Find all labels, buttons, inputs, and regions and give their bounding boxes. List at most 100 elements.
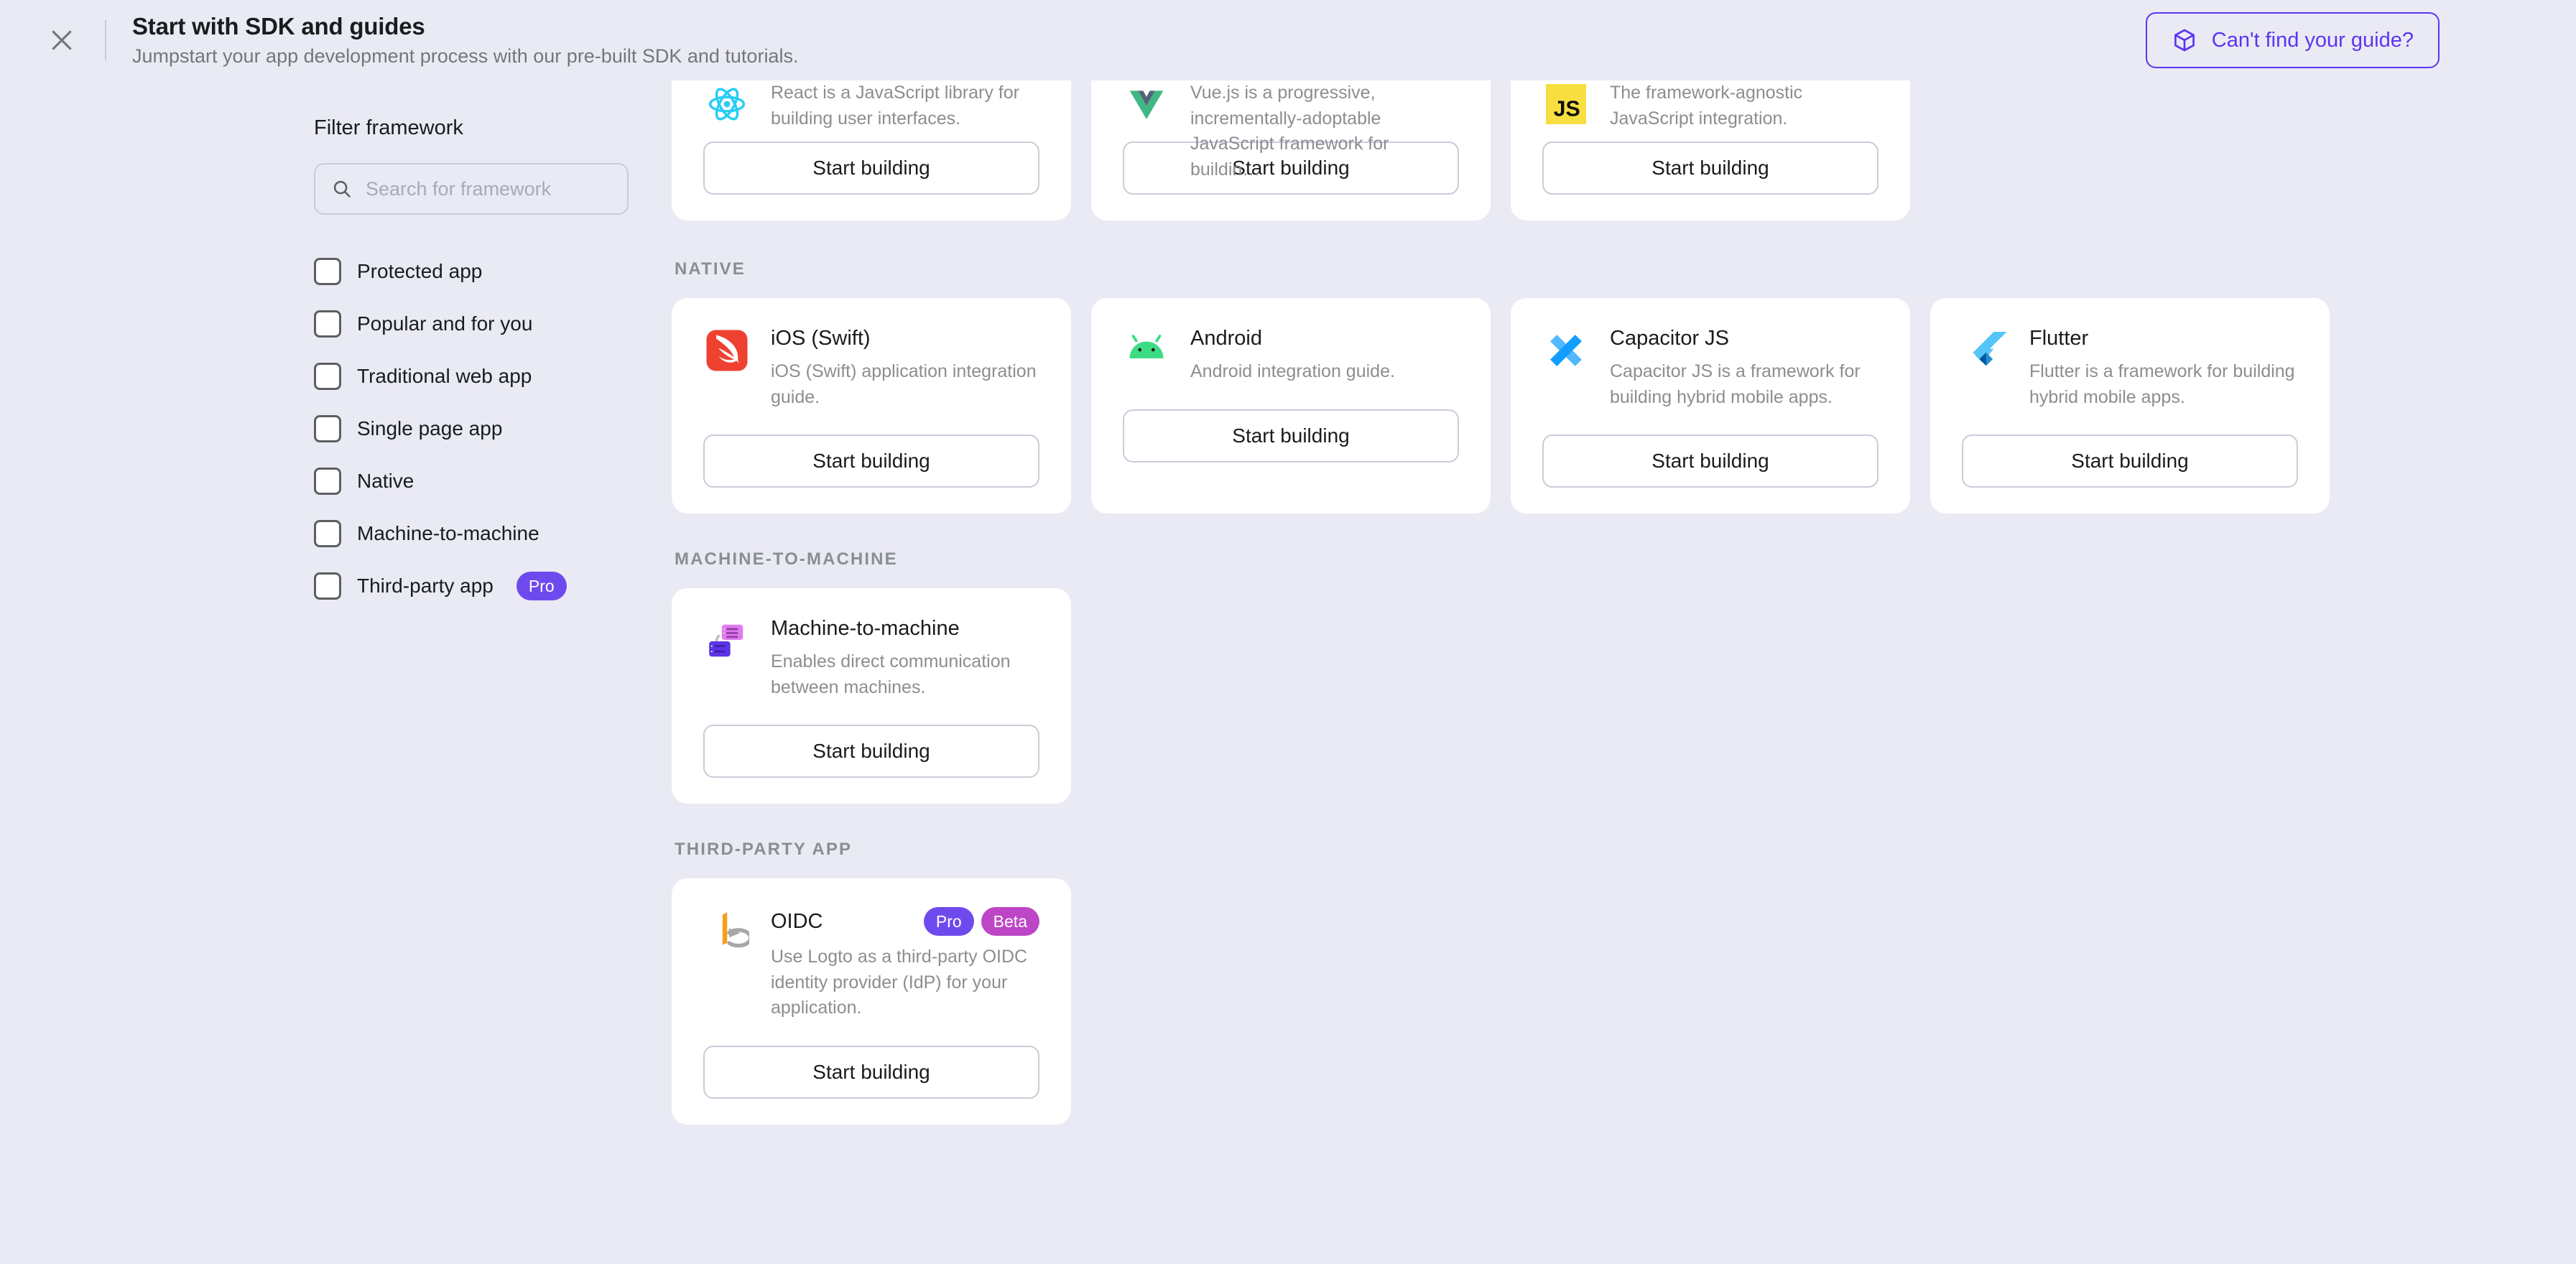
filter-label: Popular and for you [357,312,533,335]
search-framework-input[interactable]: Search for framework [314,163,629,215]
svg-text:JS: JS [1554,97,1580,121]
checkbox-machine-to-machine[interactable] [314,520,341,547]
card-grid: iOS (Swift) iOS (Swift) application inte… [672,298,2432,514]
start-building-button[interactable]: Start building [703,141,1039,195]
section-label-third-party-app: THIRD-PARTY APP [675,840,853,859]
status-badge-pro: Pro [923,907,974,936]
card-text: React is a JavaScript library for buildi… [771,80,1039,131]
checkbox-protected-app[interactable] [314,258,341,285]
card-text: iOS (Swift) iOS (Swift) application inte… [771,327,1039,410]
cube-icon [2174,29,2195,52]
start-building-button[interactable]: Start building [1962,434,2298,488]
filter-framework-title: Filter framework [314,116,463,139]
start-building-button[interactable]: Start building [1123,409,1459,463]
framework-card-vue[interactable]: Vue.js is a progressive, incrementally-a… [1091,80,1491,220]
status-badge-beta: Beta [981,907,1039,936]
close-button[interactable] [34,13,89,68]
filter-label: Single page app [357,417,503,440]
filter-item-traditional-web-app[interactable]: Traditional web app [314,358,668,394]
start-building-button[interactable]: Start building [703,725,1039,778]
checkbox-traditional-web-app[interactable] [314,363,341,390]
javascript-icon: JS [1542,80,1590,128]
page-title: Start with SDK and guides [132,12,425,40]
react-icon [703,80,751,128]
card-title-row: OIDC Pro Beta [771,907,1039,936]
vue-icon [1123,80,1170,128]
card-title: Machine-to-machine [771,617,960,640]
filter-item-popular-and-for-you[interactable]: Popular and for you [314,306,668,342]
checkbox-native[interactable] [314,468,341,495]
modal-body: Filter framework Search for framework Pr… [0,80,2576,1264]
framework-card-flutter[interactable]: Flutter Flutter is a framework for build… [1930,298,2330,514]
card-title: OIDC [771,909,823,933]
card-head: JS The framework-agnostic JavaScript int… [1542,80,1878,131]
flutter-icon [1962,327,2009,374]
page-subtitle: Jumpstart your app development process w… [132,45,799,67]
card-grid: OIDC Pro Beta Use Logto as a third-party… [672,878,2432,1125]
card-title-row: Machine-to-machine [771,617,1039,641]
start-building-button[interactable]: Start building [703,1045,1039,1099]
card-text: Capacitor JS Capacitor JS is a framework… [1610,327,1878,410]
filter-label: Third-party app [357,575,494,597]
status-badge-pro: Pro [516,572,567,600]
card-title: Android [1190,327,1262,350]
card-text: The framework-agnostic JavaScript integr… [1610,80,1878,131]
card-grid: Machine-to-machine Enables direct commun… [672,588,2432,804]
header-text-group: Start with SDK and guides Jumpstart your… [132,13,798,68]
cant-find-guide-label: Can't find your guide? [2211,28,2414,52]
checkbox-third-party-app[interactable] [314,572,341,600]
section-native: NATIVE iOS (Swift) iOS (Swift) applicati… [672,259,2432,514]
card-head: iOS (Swift) iOS (Swift) application inte… [703,327,1039,410]
filter-item-single-page-app[interactable]: Single page app [314,411,668,447]
framework-card-android[interactable]: Android Android integration guide. Start… [1091,298,1491,514]
card-description: The framework-agnostic JavaScript integr… [1610,83,1803,129]
framework-card-react[interactable]: React is a JavaScript library for buildi… [672,80,1071,220]
filter-item-third-party-app[interactable]: Third-party app Pro [314,568,668,604]
start-building-button[interactable]: Start building [1542,141,1878,195]
checkbox-popular-and-for-you[interactable] [314,310,341,338]
section-third-party-app: THIRD-PARTY APP OIDC Pro Beta Use Logto … [672,840,2432,1125]
start-building-button[interactable]: Start building [1542,434,1878,488]
android-icon [1123,327,1170,374]
card-head: Flutter Flutter is a framework for build… [1962,327,2298,410]
card-description: Flutter is a framework for building hybr… [2029,361,2295,407]
search-framework-placeholder: Search for framework [366,177,552,200]
section-web-frameworks: React is a JavaScript library for buildi… [672,80,2432,220]
search-icon [333,180,351,198]
card-description: iOS (Swift) application integration guid… [771,361,1037,407]
card-title-row: Android [1190,327,1459,350]
card-grid: React is a JavaScript library for buildi… [672,80,2432,220]
card-title-row: Flutter [2029,327,2298,350]
filter-label: Machine-to-machine [357,522,539,544]
framework-card-machine-to-machine[interactable]: Machine-to-machine Enables direct commun… [672,588,1071,804]
card-title: iOS (Swift) [771,327,871,350]
card-description: React is a JavaScript library for buildi… [771,83,1019,129]
filter-item-machine-to-machine[interactable]: Machine-to-machine [314,516,668,552]
close-icon [52,30,72,50]
card-description: Enables direct communication between mac… [771,651,1011,697]
card-description: Capacitor JS is a framework for building… [1610,361,1861,407]
framework-card-capacitor-js[interactable]: Capacitor JS Capacitor JS is a framework… [1511,298,1910,514]
filter-label: Traditional web app [357,365,532,387]
framework-card-list: React is a JavaScript library for buildi… [668,80,2576,1264]
framework-card-vanilla-js[interactable]: JS The framework-agnostic JavaScript int… [1511,80,1910,220]
section-label-native: NATIVE [675,259,746,279]
card-text: Vue.js is a progressive, incrementally-a… [1190,80,1459,182]
filter-item-protected-app[interactable]: Protected app [314,254,668,289]
start-building-button[interactable]: Start building [703,434,1039,488]
filter-label: Protected app [357,260,483,282]
card-description: Use Logto as a third-party OIDC identity… [771,947,1028,1018]
card-title-row: Capacitor JS [1610,327,1878,350]
cant-find-guide-button[interactable]: Can't find your guide? [2145,12,2440,68]
servers-icon [703,617,751,664]
card-title-row: iOS (Swift) [771,327,1039,350]
checkbox-single-page-app[interactable] [314,415,341,442]
filter-item-native[interactable]: Native [314,463,668,499]
card-head: Machine-to-machine Enables direct commun… [703,617,1039,700]
filter-checkbox-list: Protected app Popular and for you Tradit… [314,254,668,604]
card-description: Vue.js is a progressive, incrementally-a… [1190,83,1389,180]
card-head: React is a JavaScript library for buildi… [703,80,1039,131]
framework-card-oidc[interactable]: OIDC Pro Beta Use Logto as a third-party… [672,878,1071,1125]
framework-card-ios-swift[interactable]: iOS (Swift) iOS (Swift) application inte… [672,298,1071,514]
card-head: Capacitor JS Capacitor JS is a framework… [1542,327,1878,410]
